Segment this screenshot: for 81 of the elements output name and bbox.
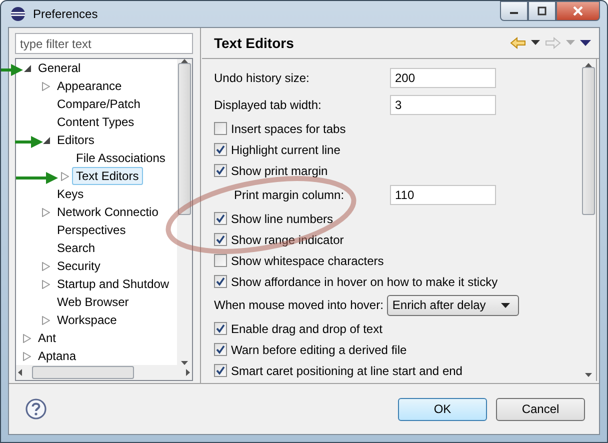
dropdown[interactable]: Enrich after delay (387, 294, 520, 316)
forward-arrow-icon (545, 37, 561, 49)
tree-item[interactable]: Startup and Shutdow (53, 275, 174, 293)
scroll-left-icon[interactable] (18, 369, 22, 376)
horizontal-scrollbar[interactable] (16, 365, 192, 380)
filter-field[interactable]: type filter text (15, 33, 193, 54)
input-field[interactable]: 200 (390, 68, 496, 88)
page-title: Text Editors (214, 35, 294, 51)
checkbox-label: Show whitespace characters (231, 254, 384, 268)
help-icon[interactable] (25, 398, 47, 420)
collapsed-triangle-icon[interactable] (42, 316, 50, 324)
tree-item[interactable]: Compare/Patch (53, 95, 144, 113)
checkbox[interactable] (214, 322, 227, 335)
field-label: Print margin column: (233, 188, 346, 202)
tree-item[interactable]: Editors (53, 131, 98, 149)
tree-item[interactable]: Web Browser (53, 293, 133, 311)
checkbox[interactable] (214, 364, 227, 377)
vertical-scrollbar[interactable] (177, 59, 192, 365)
collapsed-triangle-icon[interactable] (42, 262, 50, 270)
checkbox-label: Show range indicator (231, 232, 344, 246)
checkbox[interactable] (214, 275, 227, 288)
checkbox-label: Show line numbers (231, 212, 334, 226)
checkbox[interactable] (214, 122, 227, 135)
tree-item[interactable]: Aptana (34, 347, 80, 365)
checkbox[interactable] (214, 343, 227, 356)
checkbox-label: Show print margin (231, 164, 328, 178)
collapsed-triangle-icon[interactable] (42, 208, 50, 216)
collapsed-triangle-icon[interactable] (61, 172, 69, 180)
globe-icon (10, 6, 26, 22)
dropdown-arrow-icon (501, 302, 510, 308)
dropdown-arrow-icon (566, 40, 575, 46)
tree-item[interactable]: Perspectives (53, 221, 130, 239)
maximize-button[interactable] (528, 1, 556, 21)
collapsed-triangle-icon[interactable] (23, 352, 31, 360)
maximize-icon (537, 6, 547, 16)
collapsed-triangle-icon[interactable] (23, 334, 31, 342)
tree-item[interactable]: File Associations (72, 149, 170, 167)
checkbox-label: Show affordance in hover on how to make it sticky (231, 274, 498, 288)
field-label: Undo history size: (214, 70, 310, 84)
pointer-arrow (16, 172, 58, 184)
tree-item[interactable]: Keys (53, 185, 88, 203)
checkbox-label: Highlight current line (231, 142, 340, 156)
pointer-arrow (15, 136, 43, 148)
tree-item[interactable]: Security (53, 257, 104, 275)
checkbox-label: Smart caret positioning at line start and end (231, 364, 462, 378)
dropdown-arrow-icon[interactable] (531, 40, 540, 46)
minimize-button[interactable] (500, 1, 528, 21)
close-icon (572, 6, 584, 16)
scroll-right-icon[interactable] (186, 369, 190, 376)
checkbox[interactable] (214, 143, 227, 156)
input-field[interactable]: 110 (390, 184, 496, 204)
dialog-button[interactable]: OK (398, 398, 487, 420)
checkbox[interactable] (214, 212, 227, 225)
expanded-triangle-icon[interactable] (24, 64, 30, 72)
checkbox-label: Warn before editing a derived file (231, 342, 407, 356)
tree-item[interactable]: Ant (34, 329, 60, 347)
menu-icon[interactable] (580, 40, 591, 46)
dialog-button[interactable]: Cancel (496, 398, 585, 420)
tree-item[interactable]: Network Connectio (53, 203, 162, 221)
tree-item[interactable]: Workspace (53, 311, 121, 329)
checkbox[interactable] (214, 164, 227, 177)
close-button[interactable] (556, 1, 600, 21)
field-label: Displayed tab width: (214, 98, 322, 112)
checkbox-label: Enable drag and drop of text (231, 322, 382, 336)
tree-item[interactable]: Appearance (53, 77, 126, 95)
window-title: Preferences (33, 7, 99, 21)
pointer-arrow (1, 64, 23, 76)
checkbox[interactable] (214, 233, 227, 246)
back-arrow-icon[interactable] (510, 37, 526, 49)
checkbox-label: Insert spaces for tabs (231, 122, 346, 136)
input-field[interactable]: 3 (390, 94, 496, 114)
tree-item[interactable]: Content Types (53, 113, 138, 131)
tree-item[interactable]: Text Editors (72, 167, 143, 185)
dropdown-label: When mouse moved into hover: (214, 298, 384, 312)
checkbox[interactable] (214, 254, 227, 267)
expanded-triangle-icon[interactable] (42, 136, 50, 144)
tree-item[interactable]: General (34, 59, 85, 77)
scroll-down-icon[interactable] (585, 373, 592, 377)
collapsed-triangle-icon[interactable] (42, 82, 50, 90)
tree-item[interactable]: Search (53, 239, 100, 257)
collapsed-triangle-icon[interactable] (42, 280, 50, 288)
